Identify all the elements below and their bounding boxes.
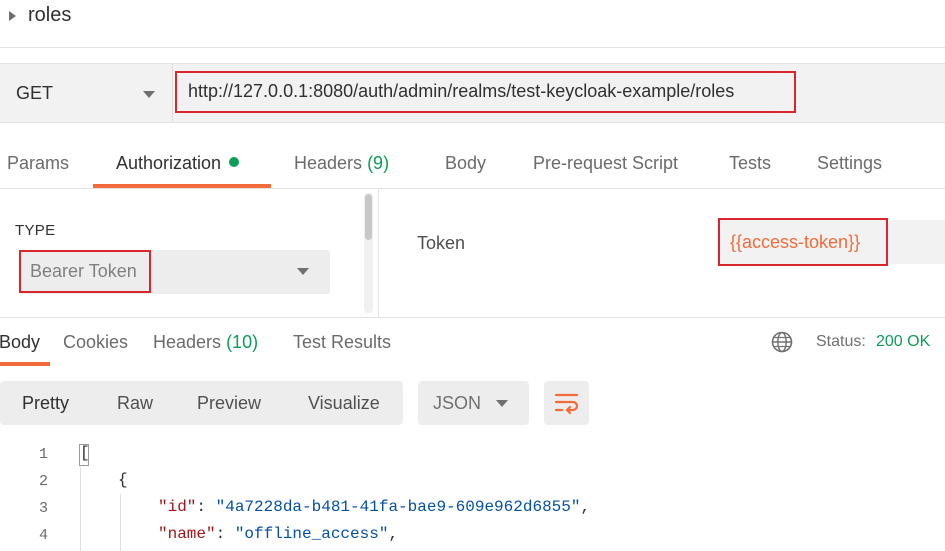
line-number: 1 [38,446,48,463]
response-tab-headers-label: Headers [153,332,222,352]
json-separator: : [196,498,216,516]
auth-type-label: TYPE [15,222,56,239]
line-number: 4 [38,527,48,544]
view-visualize-button[interactable]: Visualize [308,393,380,414]
format-select[interactable]: JSON [418,381,529,425]
tab-headers-count: (9) [367,153,390,173]
auth-panel-divider [378,189,379,317]
json-comma: , [580,498,591,516]
json-separator: : [215,525,235,543]
request-name: roles [28,4,72,26]
wrap-lines-button[interactable] [544,381,589,425]
url-input[interactable]: http://127.0.0.1:8080/auth/admin/realms/… [188,81,734,102]
code-line: "name": "offline_access", [158,525,398,543]
view-preview-button[interactable]: Preview [197,393,261,414]
token-input[interactable]: {{access-token}} [720,220,945,264]
response-tab-cookies[interactable]: Cookies [63,332,128,353]
scrollbar-thumb[interactable] [365,194,372,240]
method-select[interactable]: GET [0,64,173,122]
tab-authorization[interactable]: Authorization [116,153,240,174]
response-tab-test-results[interactable]: Test Results [293,332,391,353]
json-comma: , [388,525,399,543]
tab-pre-request-script[interactable]: Pre-request Script [533,153,678,174]
json-string-value: "4a7228da-b481-41fa-bae9-609e962d6855" [215,498,581,516]
code-line: "id": "4a7228da-b481-41fa-bae9-609e962d6… [158,498,590,516]
view-raw-button[interactable]: Raw [117,393,153,414]
tabs-divider [0,188,945,189]
globe-icon[interactable] [771,331,793,353]
line-number: 2 [38,473,48,490]
token-value: {{access-token}} [730,232,861,252]
wrap-lines-icon [554,393,579,415]
tab-body[interactable]: Body [445,153,486,174]
code-line: { [118,471,128,489]
response-tab-body[interactable]: Body [0,332,40,353]
request-title-row[interactable]: roles [0,0,945,48]
status-label: Status: [816,333,866,350]
response-tab-headers-count: (10) [226,332,259,352]
status-value: 200 OK [876,333,931,350]
tab-authorization-label: Authorization [116,153,222,173]
chevron-down-icon [143,91,155,98]
chevron-down-icon [297,268,309,275]
json-string-value: "offline_access" [234,525,389,543]
response-tab-headers[interactable]: Headers (10) [153,332,258,353]
auth-panel-bottom-border [0,317,945,318]
tab-settings[interactable]: Settings [817,153,882,174]
tab-headers-label: Headers [294,153,363,173]
line-number: 3 [38,500,48,517]
chevron-down-icon [496,400,508,407]
format-value: JSON [433,393,482,413]
indent-guide [120,494,121,551]
active-dot-icon [229,157,240,167]
tab-params[interactable]: Params [7,153,69,174]
view-pretty-button[interactable]: Pretty [22,393,69,414]
tab-tests[interactable]: Tests [729,153,771,174]
auth-type-value: Bearer Token [30,261,137,281]
method-value: GET [16,83,54,103]
indent-guide [80,467,81,551]
tab-headers[interactable]: Headers (9) [294,153,389,174]
active-response-tab-indicator [0,362,50,366]
json-key: "name" [158,525,216,543]
auth-type-select[interactable]: Bearer Token [20,250,330,294]
code-line: [ [80,444,90,462]
json-key: "id" [158,498,197,516]
caret-right-icon[interactable] [9,11,16,21]
token-label: Token [417,233,466,253]
request-bar: GET http://127.0.0.1:8080/auth/admin/rea… [0,63,945,123]
